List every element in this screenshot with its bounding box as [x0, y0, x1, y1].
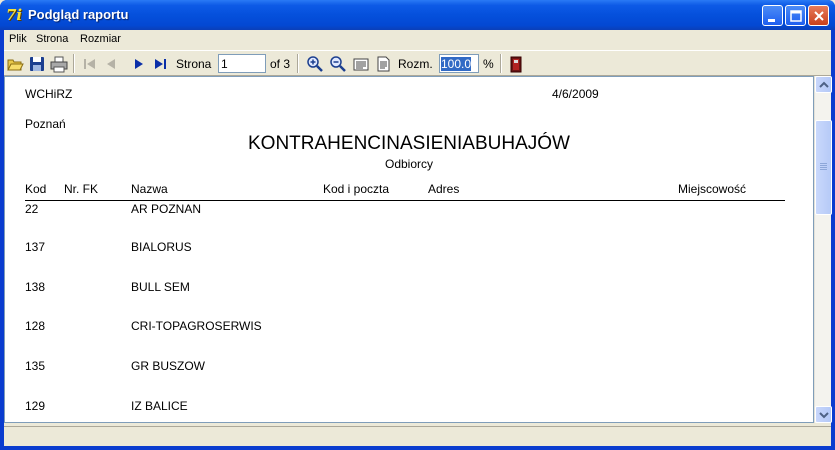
page-label: Strona — [176, 57, 212, 71]
minimize-button[interactable] — [762, 5, 783, 26]
report-viewport[interactable]: WCHiRZ 4/6/2009 Poznań KONTRAHENCINASIEN… — [4, 76, 814, 423]
minimize-icon — [768, 19, 775, 22]
scroll-thumb[interactable] — [815, 120, 832, 215]
open-button[interactable] — [6, 55, 24, 73]
exit-button[interactable] — [507, 55, 525, 73]
scroll-up-button[interactable] — [815, 76, 832, 93]
toolbar-separator — [73, 54, 75, 73]
header-divider — [25, 200, 785, 201]
page-width-button[interactable] — [352, 55, 370, 73]
exit-door-icon — [510, 56, 522, 73]
column-header-kod-i-poczta: Kod i poczta — [323, 182, 390, 196]
row-nazwa: BIALORUS — [131, 240, 192, 254]
row-nazwa: AR POZNAN — [131, 202, 202, 216]
zoom-unit: % — [483, 57, 494, 71]
row-kod: 128 — [25, 319, 46, 333]
report-page: WCHiRZ 4/6/2009 Poznań KONTRAHENCINASIEN… — [5, 77, 813, 422]
row-kod: 129 — [25, 399, 46, 413]
report-preview-window: 7i Podgląd raportu Plik Strona Rozmiar S… — [0, 0, 835, 450]
column-header-nazwa: Nazwa — [131, 182, 168, 196]
maximize-button[interactable] — [785, 5, 806, 26]
client-area: Plik Strona Rozmiar Strona 1 of 3 Rozm. … — [4, 30, 832, 446]
next-page-icon — [135, 59, 143, 69]
zoom-in-button[interactable] — [306, 55, 324, 73]
column-header-miejscowosc: Miejscowość — [678, 182, 747, 196]
row-nazwa: CRI-TOPAGROSERWIS — [131, 319, 262, 333]
menu-plik[interactable]: Plik — [9, 33, 27, 45]
menu-strona[interactable]: Strona — [36, 33, 68, 45]
folder-open-icon — [7, 59, 24, 71]
vertical-scrollbar[interactable] — [814, 76, 832, 423]
status-bar — [4, 426, 831, 446]
report-city: Poznań — [25, 117, 66, 131]
title-bar[interactable]: 7i Podgląd raportu — [0, 0, 835, 30]
row-kod: 137 — [25, 240, 46, 254]
row-kod: 135 — [25, 359, 46, 373]
menu-rozmiar[interactable]: Rozmiar — [80, 33, 121, 45]
report-organization: WCHiRZ — [25, 87, 73, 101]
first-page-icon — [84, 59, 95, 69]
zoom-out-icon — [330, 56, 346, 72]
chevron-up-icon — [819, 81, 829, 88]
page-number-input[interactable]: 1 — [218, 54, 266, 73]
column-header-adres: Adres — [428, 182, 460, 196]
row-nazwa: IZ BALICE — [131, 399, 188, 413]
column-header-nr-fk: Nr. FK — [64, 182, 99, 196]
zoom-in-icon — [307, 56, 323, 72]
toolbar-separator — [297, 54, 299, 73]
toolbar: Strona 1 of 3 Rozm. 100.0 % — [4, 50, 831, 76]
next-page-button[interactable] — [130, 55, 148, 73]
last-page-icon — [155, 59, 166, 69]
first-page-button[interactable] — [80, 55, 98, 73]
row-kod: 22 — [25, 202, 39, 216]
whole-page-button[interactable] — [374, 55, 392, 73]
page-width-icon — [353, 58, 369, 71]
report-title: KONTRAHENCINASIENIABUHAJÓW — [248, 133, 570, 154]
printer-icon — [50, 56, 68, 73]
toolbar-separator — [500, 54, 502, 73]
zoom-label: Rozm. — [398, 57, 433, 71]
row-nazwa: GR BUSZOW — [131, 359, 205, 373]
scroll-down-button[interactable] — [815, 406, 832, 423]
row-nazwa: BULL SEM — [131, 280, 190, 294]
menu-bar: Plik Strona Rozmiar — [4, 30, 831, 49]
whole-page-icon — [377, 56, 390, 72]
print-button[interactable] — [50, 55, 68, 73]
close-button[interactable] — [808, 5, 829, 26]
previous-page-icon — [107, 59, 115, 69]
zoom-value: 100.0 — [441, 57, 472, 71]
column-header-kod: Kod — [25, 182, 47, 196]
last-page-button[interactable] — [152, 55, 170, 73]
app-icon: 7i — [6, 6, 23, 24]
report-subtitle: Odbiorcy — [384, 157, 434, 171]
close-icon — [814, 11, 824, 21]
chevron-down-icon — [819, 412, 829, 419]
maximize-icon — [790, 10, 802, 22]
save-icon — [30, 57, 44, 71]
save-button[interactable] — [28, 55, 46, 73]
row-kod: 138 — [25, 280, 46, 294]
page-count: of 3 — [270, 57, 291, 71]
previous-page-button[interactable] — [102, 55, 120, 73]
zoom-input[interactable]: 100.0 — [439, 54, 479, 73]
zoom-out-button[interactable] — [329, 55, 347, 73]
report-date: 4/6/2009 — [552, 87, 599, 101]
window-title: Podgląd raportu — [28, 7, 129, 22]
